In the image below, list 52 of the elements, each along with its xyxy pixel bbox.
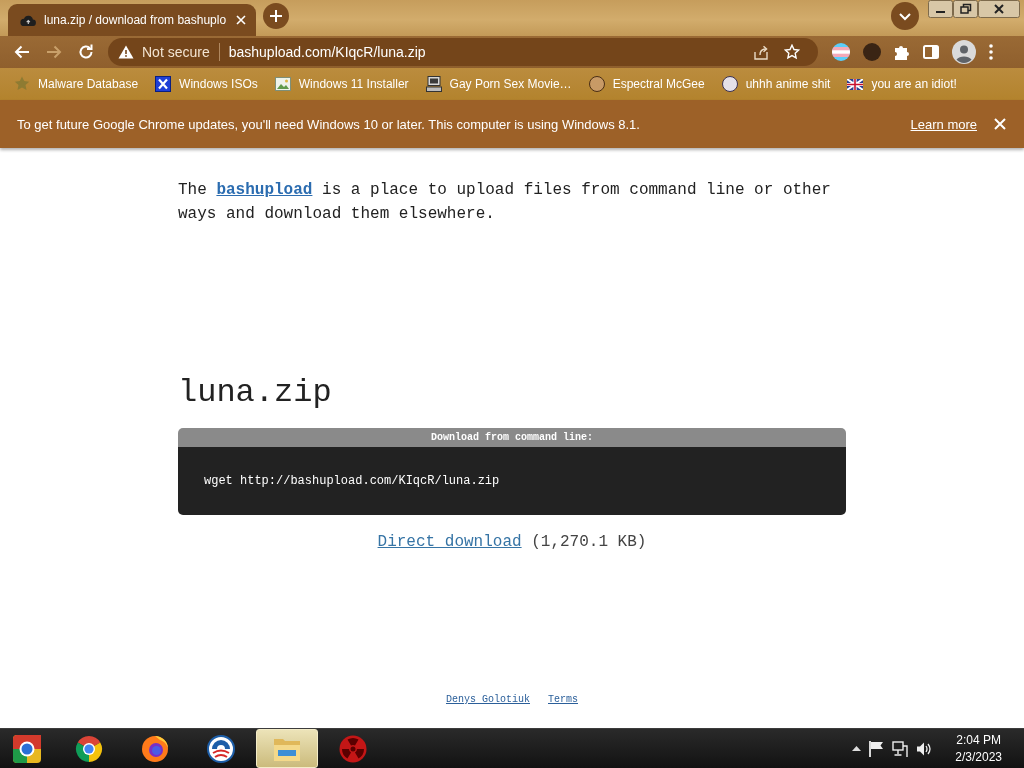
infobar-message: To get future Google Chrome updates, you'll need Windows 10 or later. This computer is using Windows 8.1. bbox=[17, 116, 641, 132]
avatar-icon bbox=[721, 76, 738, 92]
warning-icon bbox=[118, 45, 134, 59]
radiation-icon bbox=[339, 734, 367, 763]
puzzle-icon[interactable] bbox=[894, 44, 910, 60]
minimize-icon[interactable] bbox=[928, 0, 953, 18]
clock-time[interactable]: 2:04 PM bbox=[956, 731, 1001, 749]
intro-text: The bashupload is a place to upload files from command line or other ways and download them elsewhere. bbox=[178, 180, 832, 225]
profile-icon[interactable] bbox=[952, 40, 976, 64]
chevron-up-icon[interactable] bbox=[852, 746, 862, 751]
menu-icon[interactable] bbox=[989, 44, 993, 60]
browser-icon bbox=[75, 734, 103, 763]
learn-more-link[interactable]: Learn more bbox=[910, 116, 977, 132]
cloud-icon bbox=[20, 14, 36, 26]
image-icon bbox=[274, 77, 291, 91]
start-orb-icon bbox=[13, 734, 41, 763]
plus-icon[interactable] bbox=[263, 3, 290, 29]
star-icon[interactable] bbox=[784, 44, 800, 60]
bookmark-item[interactable]: Espectral McGee bbox=[580, 70, 713, 98]
security-indicator[interactable]: Not secure bbox=[118, 44, 210, 60]
x-tile-icon bbox=[155, 76, 172, 92]
address-bar[interactable]: Not secure bashupload.com/KIqcR/luna.zip bbox=[108, 38, 818, 66]
avatar-icon[interactable] bbox=[863, 43, 881, 61]
command-box-header: Download from command line: bbox=[178, 428, 846, 447]
file-size: (1,270.1 KB) bbox=[531, 533, 647, 551]
browser-icon bbox=[141, 734, 169, 763]
share-icon[interactable] bbox=[753, 44, 769, 60]
avatar-icon bbox=[588, 76, 605, 92]
footer-link[interactable]: Denys Golotiuk bbox=[446, 694, 530, 705]
network-icon[interactable] bbox=[892, 740, 909, 757]
bookmark-item[interactable]: Gay Porn Sex Movie… bbox=[417, 70, 580, 98]
bookmark-item[interactable]: Windows ISOs bbox=[147, 70, 266, 98]
close-icon[interactable] bbox=[978, 0, 1020, 18]
clock-date[interactable]: 2/3/2023 bbox=[955, 748, 1002, 766]
side-panel-icon[interactable] bbox=[923, 45, 939, 59]
download-link[interactable]: Direct download bbox=[377, 533, 522, 551]
site-link[interactable]: bashupload bbox=[216, 181, 313, 199]
restore-icon[interactable] bbox=[953, 0, 978, 18]
flag-icon[interactable] bbox=[869, 740, 885, 757]
browser-tab[interactable]: luna.zip / download from bashuplo bbox=[8, 4, 257, 36]
bookmark-item[interactable]: you are an idiot! bbox=[839, 70, 965, 98]
computer-icon bbox=[425, 76, 442, 92]
volume-icon[interactable] bbox=[916, 740, 933, 757]
star-icon bbox=[14, 76, 30, 92]
bookmark-item[interactable]: Malware Database bbox=[6, 70, 147, 98]
chevron-down-icon[interactable] bbox=[891, 2, 919, 30]
circle-logo-icon bbox=[207, 734, 235, 763]
footer-link[interactable]: Terms bbox=[548, 694, 578, 705]
bookmark-item[interactable]: Windows 11 Installer bbox=[266, 70, 417, 98]
flag-icon bbox=[847, 78, 864, 90]
file-name-heading: luna.zip bbox=[178, 373, 333, 413]
bookmark-item[interactable]: uhhh anime shit bbox=[713, 70, 839, 98]
